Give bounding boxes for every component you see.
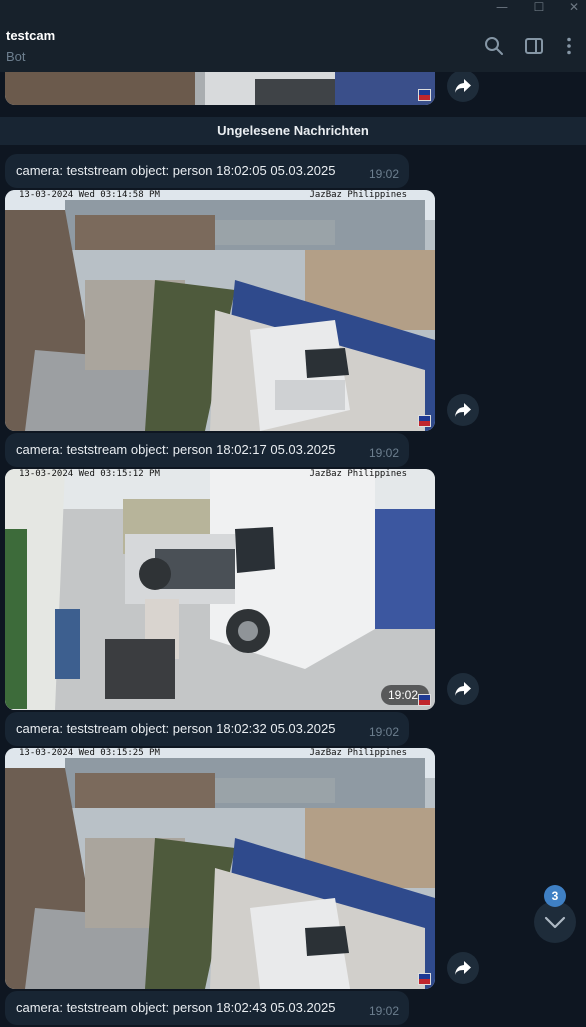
photo-message[interactable]: [5, 72, 435, 105]
more-vertical-icon[interactable]: [558, 35, 580, 57]
close-window-button[interactable]: ✕: [562, 0, 586, 16]
message-time: 19:02: [368, 167, 399, 181]
scroll-to-bottom-button[interactable]: [534, 901, 576, 943]
photo-message[interactable]: 13-03-2024 Wed 03:15:12 PM JazBaz Philip…: [5, 469, 435, 710]
message-list[interactable]: Ungelesene Nachrichten camera: teststrea…: [0, 72, 586, 1027]
message-bubble[interactable]: camera: teststream object: person 18:02:…: [5, 991, 409, 1025]
message-bubble[interactable]: camera: teststream object: person 18:02:…: [5, 433, 409, 467]
message-time: 19:02: [368, 725, 399, 739]
message-bubble[interactable]: camera: teststream object: person 18:02:…: [5, 712, 409, 746]
photo-message[interactable]: 13-03-2024 Wed 03:14:58 PM JazBaz Philip…: [5, 190, 435, 431]
message-text: camera: teststream object: person 18:02:…: [16, 721, 336, 736]
message-bubble[interactable]: camera: teststream object: person 18:02:…: [5, 154, 409, 188]
camera-timestamp: 13-03-2024 Wed 03:14:58 PM: [19, 190, 160, 200]
camera-brand: JazBaz Philippines: [309, 190, 407, 200]
camera-snapshot-image: [5, 72, 435, 105]
minimize-button[interactable]: —: [490, 0, 514, 16]
flag-icon: [418, 415, 431, 427]
share-arrow-icon: [455, 961, 471, 975]
message-time: 19:02: [368, 1004, 399, 1018]
share-arrow-icon: [455, 682, 471, 696]
search-icon[interactable]: [483, 35, 505, 57]
share-button[interactable]: [447, 394, 479, 426]
message-text: camera: teststream object: person 18:02:…: [16, 442, 336, 457]
chevron-down-icon: [544, 916, 566, 929]
share-button[interactable]: [447, 673, 479, 705]
share-button[interactable]: [447, 72, 479, 102]
camera-brand: JazBaz Philippines: [309, 469, 407, 479]
maximize-button[interactable]: ☐: [527, 0, 551, 16]
camera-snapshot-image: [5, 469, 435, 710]
camera-timestamp: 13-03-2024 Wed 03:15:12 PM: [19, 469, 160, 479]
flag-icon: [418, 694, 431, 706]
flag-icon: [418, 973, 431, 985]
camera-snapshot-image: [5, 748, 435, 989]
share-arrow-icon: [455, 403, 471, 417]
chat-title[interactable]: testcam: [6, 28, 55, 43]
camera-brand: JazBaz Philippines: [309, 748, 407, 758]
share-button[interactable]: [447, 952, 479, 984]
unread-count-badge: 3: [544, 885, 566, 907]
share-arrow-icon: [455, 79, 471, 93]
chat-header: testcam Bot: [0, 18, 586, 72]
sidebar-toggle-icon[interactable]: [523, 35, 545, 57]
message-text: camera: teststream object: person 18:02:…: [16, 163, 336, 178]
chat-subtitle: Bot: [6, 49, 26, 64]
window-titlebar: — ☐ ✕: [0, 0, 586, 18]
flag-icon: [418, 89, 431, 101]
message-time: 19:02: [368, 446, 399, 460]
message-text: camera: teststream object: person 18:02:…: [16, 1000, 336, 1015]
camera-snapshot-image: [5, 190, 435, 431]
unread-divider: Ungelesene Nachrichten: [0, 117, 586, 145]
camera-timestamp: 13-03-2024 Wed 03:15:25 PM: [19, 748, 160, 758]
photo-message[interactable]: 13-03-2024 Wed 03:15:25 PM JazBaz Philip…: [5, 748, 435, 989]
